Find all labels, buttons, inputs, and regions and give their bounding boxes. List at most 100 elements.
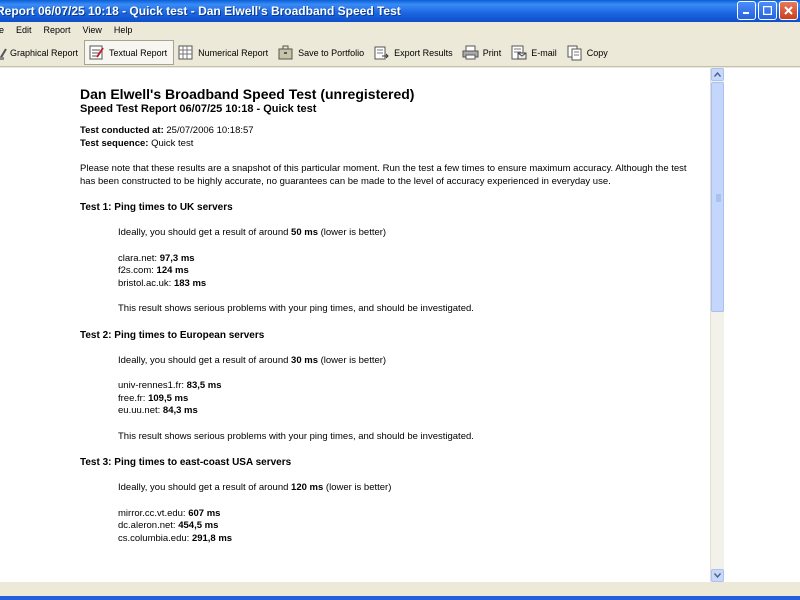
- vertical-scrollbar[interactable]: [710, 68, 724, 582]
- copy-label: Copy: [586, 47, 608, 58]
- report-document: Dan Elwell's Broadband Speed Test (unreg…: [80, 86, 692, 545]
- report-title: Dan Elwell's Broadband Speed Test (unreg…: [80, 86, 415, 102]
- conducted-value: 25/07/2006 10:18:57: [166, 125, 254, 136]
- result-row: eu.uu.net: 84,3 ms: [118, 405, 692, 418]
- ideal-line: Ideally, you should get a result of arou…: [118, 227, 692, 240]
- title-bar: Report 06/07/25 10:18 - Quick test - Dan…: [0, 0, 800, 22]
- print-button[interactable]: Print: [459, 41, 508, 65]
- email-icon: [510, 44, 527, 61]
- copy-button[interactable]: Copy: [563, 41, 614, 65]
- ideal-prefix: Ideally, you should get a result of arou…: [118, 227, 292, 238]
- result-row: bristol.ac.uk: 183 ms: [118, 278, 692, 291]
- sequence-value: Quick test: [151, 137, 194, 149]
- scroll-up-button[interactable]: [711, 68, 724, 81]
- scroll-thumb[interactable]: [711, 82, 724, 312]
- ideal-suffix: (lower is better): [317, 227, 387, 238]
- server-name: eu.uu.net:: [118, 405, 161, 416]
- result-row: cs.columbia.edu: 291,8 ms: [118, 533, 692, 546]
- test-meta: Test conducted at: 25/07/2006 10:18:57 T…: [80, 125, 692, 150]
- ping-value: 124 ms: [156, 265, 189, 276]
- ideal-value: 50 ms: [291, 227, 318, 238]
- ideal-suffix: (lower is better): [317, 354, 387, 366]
- grip-icon: [716, 194, 721, 202]
- right-pane: [724, 68, 800, 582]
- export-icon: [373, 44, 390, 61]
- window-title: Report 06/07/25 10:18 - Quick test - Dan…: [0, 4, 401, 18]
- email-label: E-mail: [531, 47, 557, 58]
- window-controls: [737, 1, 798, 20]
- ping-value: 291,8 ms: [191, 532, 233, 544]
- menu-bar: e Edit Report View Help: [0, 22, 800, 38]
- graphical-report-button[interactable]: Graphical Report: [0, 41, 84, 65]
- briefcase-icon: [277, 44, 294, 61]
- table-icon: [177, 44, 194, 61]
- menu-view[interactable]: View: [83, 25, 102, 35]
- numerical-report-button[interactable]: Numerical Report: [174, 41, 274, 65]
- menu-edit[interactable]: Edit: [16, 25, 32, 35]
- copy-icon: [566, 44, 583, 61]
- accuracy-note: Please note that these results are a sna…: [80, 163, 687, 187]
- minimize-icon: [743, 12, 749, 14]
- export-results-label: Export Results: [394, 47, 453, 58]
- test-title: Test 2: Ping times to European servers: [80, 329, 265, 341]
- print-label: Print: [482, 47, 502, 58]
- ping-value: 454,5 ms: [178, 520, 219, 531]
- result-row: univ-rennes1.fr: 83,5 ms: [118, 380, 692, 393]
- result-row: free.fr: 109,5 ms: [118, 393, 692, 406]
- server-name: dc.aleron.net:: [118, 520, 176, 531]
- report-subtitle: Speed Test Report 06/07/25 10:18 - Quick…: [80, 103, 317, 115]
- menu-file[interactable]: e: [0, 25, 4, 35]
- menu-report[interactable]: Report: [44, 25, 71, 35]
- verdict-text: This result shows serious problems with …: [118, 430, 474, 442]
- menu-help[interactable]: Help: [114, 25, 133, 35]
- maximize-button[interactable]: [758, 1, 777, 20]
- maximize-icon: [763, 6, 772, 15]
- test-title: Test 3: Ping times to east-coast USA ser…: [80, 457, 292, 468]
- result-row: mirror.cc.vt.edu: 607 ms: [118, 508, 692, 521]
- ping-value: 109,5 ms: [148, 392, 189, 404]
- conducted-label: Test conducted at:: [80, 125, 164, 136]
- export-results-button[interactable]: Export Results: [370, 41, 459, 65]
- server-name: f2s.com:: [118, 265, 154, 276]
- ideal-value: 30 ms: [291, 354, 318, 366]
- test-section: Test 1: Ping times to UK servers Ideally…: [80, 201, 692, 316]
- ping-value: 183 ms: [173, 277, 207, 289]
- minimize-button[interactable]: [737, 1, 756, 20]
- ideal-line: Ideally, you should get a result of arou…: [118, 482, 692, 495]
- verdict-text: This result shows serious problems with …: [118, 303, 474, 314]
- server-name: univ-rennes1.fr:: [118, 380, 185, 391]
- server-name: clara.net:: [118, 252, 158, 264]
- chart-icon: [0, 44, 8, 61]
- save-to-portfolio-label: Save to Portfolio: [298, 47, 365, 58]
- toolbar: Graphical Report Textual Report Numerica…: [0, 39, 800, 67]
- server-name: cs.columbia.edu:: [118, 532, 190, 544]
- ideal-prefix: Ideally, you should get a result of arou…: [118, 354, 292, 366]
- scroll-down-button[interactable]: [711, 569, 724, 582]
- sequence-line: Test sequence: Quick test: [80, 138, 692, 151]
- result-row: clara.net: 97,3 ms: [118, 253, 692, 266]
- test-body: Ideally, you should get a result of arou…: [118, 355, 692, 444]
- server-name: free.fr:: [118, 392, 146, 404]
- test-body: Ideally, you should get a result of arou…: [118, 482, 692, 545]
- close-button[interactable]: [779, 1, 798, 20]
- result-row: dc.aleron.net: 454,5 ms: [118, 520, 692, 533]
- result-row: f2s.com: 124 ms: [118, 265, 692, 278]
- email-button[interactable]: E-mail: [507, 41, 563, 65]
- ideal-value: 120 ms: [291, 482, 324, 493]
- report-view[interactable]: Dan Elwell's Broadband Speed Test (unreg…: [0, 68, 710, 582]
- textual-report-button[interactable]: Textual Report: [84, 40, 175, 65]
- ping-value: 83,5 ms: [186, 380, 222, 391]
- save-to-portfolio-button[interactable]: Save to Portfolio: [274, 41, 370, 65]
- chevron-down-icon: [714, 573, 721, 578]
- test-section: Test 2: Ping times to European servers I…: [80, 329, 692, 444]
- server-name: mirror.cc.vt.edu:: [118, 507, 186, 519]
- test-title: Test 1: Ping times to UK servers: [80, 202, 233, 213]
- conducted-line: Test conducted at: 25/07/2006 10:18:57: [80, 125, 692, 138]
- taskbar-edge: [0, 596, 800, 600]
- close-icon: [784, 6, 793, 15]
- textual-report-label: Textual Report: [109, 47, 168, 58]
- ideal-prefix: Ideally, you should get a result of arou…: [118, 482, 292, 493]
- printer-icon: [462, 44, 479, 61]
- text-report-icon: [88, 44, 105, 61]
- ideal-line: Ideally, you should get a result of arou…: [118, 355, 692, 368]
